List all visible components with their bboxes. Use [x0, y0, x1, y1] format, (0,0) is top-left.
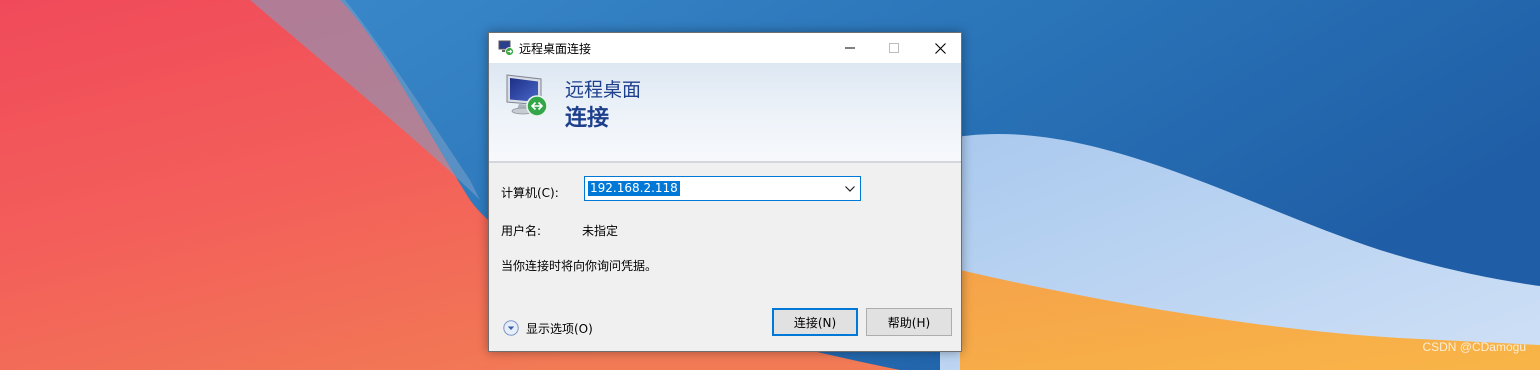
minimize-button[interactable] [827, 33, 873, 63]
close-icon [934, 42, 946, 54]
show-options-label[interactable]: 显示选项(O) [526, 320, 593, 337]
watermark: CSDN @CDamogu [1422, 340, 1526, 354]
header-banner: 远程桌面 连接 [489, 63, 961, 163]
show-options-toggle[interactable]: 显示选项(O) [503, 319, 593, 337]
remote-desktop-icon [498, 40, 514, 56]
title-bar[interactable]: 远程桌面连接 [489, 33, 961, 63]
computer-combobox[interactable]: 192.168.2.118 [584, 176, 861, 201]
remote-desktop-dialog: 远程桌面连接 远程桌面 连接 计算机(C): 192.168.2.118 用户名… [488, 32, 962, 352]
maximize-button[interactable] [871, 33, 917, 63]
minimize-icon [845, 47, 855, 49]
computer-input-value[interactable]: 192.168.2.118 [588, 181, 680, 196]
close-button[interactable] [917, 33, 963, 63]
connect-button[interactable]: 连接(N) [772, 308, 858, 336]
monitor-icon [506, 74, 548, 117]
banner-subtitle: 连接 [565, 106, 610, 131]
computer-label: 计算机(C): [501, 186, 559, 200]
username-label: 用户名: [501, 224, 542, 238]
help-button[interactable]: 帮助(H) [866, 308, 952, 336]
window-title: 远程桌面连接 [519, 42, 592, 56]
computer-dropdown-button[interactable] [840, 177, 860, 200]
expand-options-icon [503, 320, 519, 336]
maximize-icon [889, 43, 899, 53]
chevron-down-icon [845, 185, 855, 192]
credentials-note: 当你连接时将向你询问凭据。 [501, 259, 658, 273]
banner-title: 远程桌面 [565, 79, 642, 101]
username-value: 未指定 [582, 224, 619, 238]
